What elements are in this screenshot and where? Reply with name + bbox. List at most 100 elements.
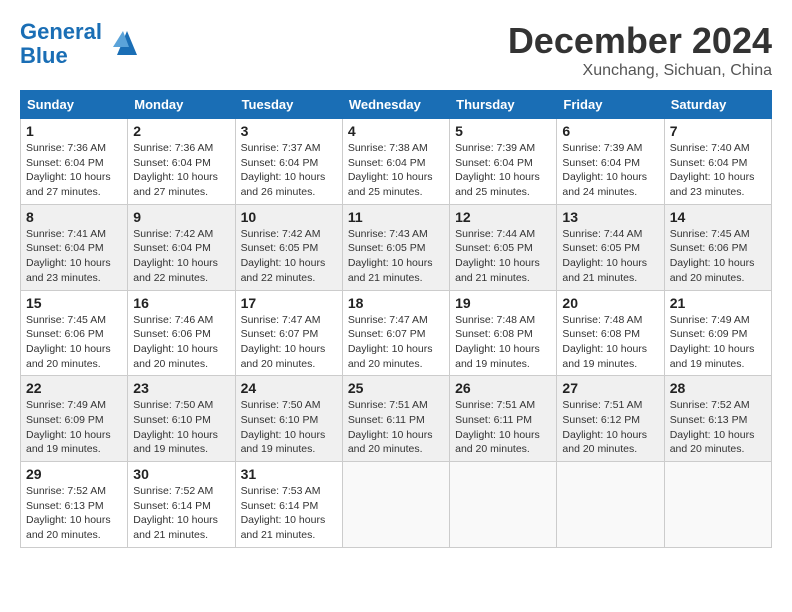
day-info: Sunrise: 7:49 AM Sunset: 6:09 PM Dayligh…: [670, 313, 766, 372]
calendar-cell: 9Sunrise: 7:42 AM Sunset: 6:04 PM Daylig…: [128, 204, 235, 290]
day-info: Sunrise: 7:45 AM Sunset: 6:06 PM Dayligh…: [670, 227, 766, 286]
calendar-header-wednesday: Wednesday: [342, 91, 449, 119]
calendar-cell: [664, 462, 771, 548]
day-number: 31: [241, 466, 337, 482]
day-number: 30: [133, 466, 229, 482]
day-number: 26: [455, 380, 551, 396]
calendar-header-sunday: Sunday: [21, 91, 128, 119]
day-info: Sunrise: 7:47 AM Sunset: 6:07 PM Dayligh…: [241, 313, 337, 372]
day-info: Sunrise: 7:41 AM Sunset: 6:04 PM Dayligh…: [26, 227, 122, 286]
day-info: Sunrise: 7:42 AM Sunset: 6:05 PM Dayligh…: [241, 227, 337, 286]
day-number: 21: [670, 295, 766, 311]
calendar-cell: 6 Sunrise: 7:39 AM Sunset: 6:04 PM Daylig…: [557, 119, 664, 205]
logo-line1: General: [20, 19, 102, 44]
calendar-cell: 26 Sunrise: 7:51 AM Sunset: 6:11 PM Dayli…: [450, 376, 557, 462]
day-number: 22: [26, 380, 122, 396]
title-area: December 2024 Xunchang, Sichuan, China: [508, 20, 772, 80]
day-info: Sunrise: 7:53 AM Sunset: 6:14 PM Dayligh…: [241, 484, 337, 543]
day-info: Sunrise: 7:47 AM Sunset: 6:07 PM Dayligh…: [348, 313, 444, 372]
calendar-cell: [557, 462, 664, 548]
day-info: Sunrise: 7:37 AM Sunset: 6:04 PM Dayligh…: [241, 141, 337, 200]
calendar-cell: 25Sunrise: 7:51 AM Sunset: 6:11 PM Dayli…: [342, 376, 449, 462]
calendar-cell: 29Sunrise: 7:52 AM Sunset: 6:13 PM Dayli…: [21, 462, 128, 548]
day-number: 12: [455, 209, 551, 225]
calendar-cell: 11Sunrise: 7:43 AM Sunset: 6:05 PM Dayli…: [342, 204, 449, 290]
calendar-cell: 23Sunrise: 7:50 AM Sunset: 6:10 PM Dayli…: [128, 376, 235, 462]
day-number: 16: [133, 295, 229, 311]
day-info: Sunrise: 7:39 AM Sunset: 6:04 PM Dayligh…: [562, 141, 658, 200]
day-info: Sunrise: 7:52 AM Sunset: 6:14 PM Dayligh…: [133, 484, 229, 543]
day-info: Sunrise: 7:51 AM Sunset: 6:11 PM Dayligh…: [455, 398, 551, 457]
day-number: 4: [348, 123, 444, 139]
day-number: 1: [26, 123, 122, 139]
logo-text: General Blue: [20, 20, 102, 68]
calendar-header-thursday: Thursday: [450, 91, 557, 119]
day-info: Sunrise: 7:51 AM Sunset: 6:12 PM Dayligh…: [562, 398, 658, 457]
calendar-header-saturday: Saturday: [664, 91, 771, 119]
calendar-cell: 27 Sunrise: 7:51 AM Sunset: 6:12 PM Dayli…: [557, 376, 664, 462]
day-number: 5: [455, 123, 551, 139]
calendar-cell: 14 Sunrise: 7:45 AM Sunset: 6:06 PM Dayli…: [664, 204, 771, 290]
logo-icon: [107, 27, 139, 62]
day-number: 6: [562, 123, 658, 139]
calendar-cell: 15 Sunrise: 7:45 AM Sunset: 6:06 PM Dayli…: [21, 290, 128, 376]
day-number: 17: [241, 295, 337, 311]
calendar-cell: 22 Sunrise: 7:49 AM Sunset: 6:09 PM Dayli…: [21, 376, 128, 462]
location-title: Xunchang, Sichuan, China: [508, 62, 772, 80]
day-number: 29: [26, 466, 122, 482]
day-info: Sunrise: 7:43 AM Sunset: 6:05 PM Dayligh…: [348, 227, 444, 286]
calendar-cell: 10 Sunrise: 7:42 AM Sunset: 6:05 PM Dayli…: [235, 204, 342, 290]
day-number: 20: [562, 295, 658, 311]
calendar-cell: 7 Sunrise: 7:40 AM Sunset: 6:04 PM Daylig…: [664, 119, 771, 205]
day-number: 23: [133, 380, 229, 396]
day-info: Sunrise: 7:44 AM Sunset: 6:05 PM Dayligh…: [562, 227, 658, 286]
calendar-cell: 8Sunrise: 7:41 AM Sunset: 6:04 PM Daylig…: [21, 204, 128, 290]
day-info: Sunrise: 7:36 AM Sunset: 6:04 PM Dayligh…: [26, 141, 122, 200]
day-number: 10: [241, 209, 337, 225]
day-number: 7: [670, 123, 766, 139]
calendar-cell: 17 Sunrise: 7:47 AM Sunset: 6:07 PM Dayli…: [235, 290, 342, 376]
calendar-week-1: 1 Sunrise: 7:36 AM Sunset: 6:04 PM Daylig…: [21, 119, 772, 205]
day-number: 27: [562, 380, 658, 396]
day-info: Sunrise: 7:52 AM Sunset: 6:13 PM Dayligh…: [670, 398, 766, 457]
day-info: Sunrise: 7:44 AM Sunset: 6:05 PM Dayligh…: [455, 227, 551, 286]
day-number: 2: [133, 123, 229, 139]
calendar-header-row: SundayMondayTuesdayWednesdayThursdayFrid…: [21, 91, 772, 119]
day-info: Sunrise: 7:39 AM Sunset: 6:04 PM Dayligh…: [455, 141, 551, 200]
day-number: 14: [670, 209, 766, 225]
calendar-cell: 5 Sunrise: 7:39 AM Sunset: 6:04 PM Daylig…: [450, 119, 557, 205]
calendar-header-friday: Friday: [557, 91, 664, 119]
calendar-cell: 2Sunrise: 7:36 AM Sunset: 6:04 PM Daylig…: [128, 119, 235, 205]
logo: General Blue: [20, 20, 139, 68]
day-info: Sunrise: 7:40 AM Sunset: 6:04 PM Dayligh…: [670, 141, 766, 200]
calendar-cell: 18Sunrise: 7:47 AM Sunset: 6:07 PM Dayli…: [342, 290, 449, 376]
calendar-cell: 1 Sunrise: 7:36 AM Sunset: 6:04 PM Daylig…: [21, 119, 128, 205]
day-number: 25: [348, 380, 444, 396]
day-info: Sunrise: 7:48 AM Sunset: 6:08 PM Dayligh…: [455, 313, 551, 372]
calendar-cell: 12 Sunrise: 7:44 AM Sunset: 6:05 PM Dayli…: [450, 204, 557, 290]
calendar-header-tuesday: Tuesday: [235, 91, 342, 119]
calendar-cell: [450, 462, 557, 548]
day-info: Sunrise: 7:45 AM Sunset: 6:06 PM Dayligh…: [26, 313, 122, 372]
day-number: 19: [455, 295, 551, 311]
day-number: 15: [26, 295, 122, 311]
day-info: Sunrise: 7:50 AM Sunset: 6:10 PM Dayligh…: [241, 398, 337, 457]
day-info: Sunrise: 7:38 AM Sunset: 6:04 PM Dayligh…: [348, 141, 444, 200]
calendar-cell: 21 Sunrise: 7:49 AM Sunset: 6:09 PM Dayli…: [664, 290, 771, 376]
calendar-week-2: 8Sunrise: 7:41 AM Sunset: 6:04 PM Daylig…: [21, 204, 772, 290]
day-info: Sunrise: 7:46 AM Sunset: 6:06 PM Dayligh…: [133, 313, 229, 372]
calendar-week-3: 15 Sunrise: 7:45 AM Sunset: 6:06 PM Dayli…: [21, 290, 772, 376]
calendar-cell: 31 Sunrise: 7:53 AM Sunset: 6:14 PM Dayli…: [235, 462, 342, 548]
header: General Blue December 2024 Xunchang, Sic…: [20, 20, 772, 80]
day-number: 24: [241, 380, 337, 396]
calendar-cell: 4 Sunrise: 7:38 AM Sunset: 6:04 PM Daylig…: [342, 119, 449, 205]
logo-line2: Blue: [20, 43, 68, 68]
month-title: December 2024: [508, 20, 772, 62]
calendar-cell: 28 Sunrise: 7:52 AM Sunset: 6:13 PM Dayli…: [664, 376, 771, 462]
day-number: 3: [241, 123, 337, 139]
calendar-cell: 3 Sunrise: 7:37 AM Sunset: 6:04 PM Daylig…: [235, 119, 342, 205]
calendar-header-monday: Monday: [128, 91, 235, 119]
calendar-cell: 24 Sunrise: 7:50 AM Sunset: 6:10 PM Dayli…: [235, 376, 342, 462]
day-number: 28: [670, 380, 766, 396]
day-info: Sunrise: 7:49 AM Sunset: 6:09 PM Dayligh…: [26, 398, 122, 457]
